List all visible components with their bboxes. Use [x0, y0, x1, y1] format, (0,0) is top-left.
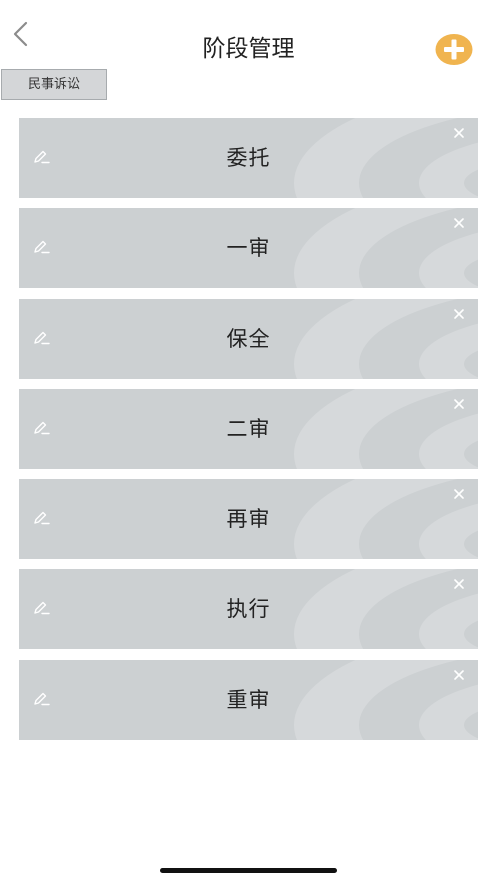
stage-name: 再审 — [226, 507, 271, 532]
navigation-bar: 阶段管理 — [0, 0, 497, 70]
stage-list: 委托 一审 保全 二审 再审 执行 重审 — [19, 118, 478, 750]
close-icon[interactable] — [452, 126, 466, 140]
home-indicator — [160, 868, 337, 873]
case-type-tag[interactable]: 民事诉讼 — [1, 69, 107, 100]
close-icon[interactable] — [452, 216, 466, 230]
stage-name: 一审 — [226, 236, 271, 261]
stage-card[interactable]: 二审 — [19, 388, 478, 469]
stage-name: 执行 — [226, 597, 271, 622]
stage-name: 二审 — [226, 416, 271, 441]
plus-circle-icon — [435, 34, 473, 65]
stage-card[interactable]: 重审 — [19, 659, 478, 740]
stage-card[interactable]: 执行 — [19, 569, 478, 650]
add-stage-button[interactable] — [435, 33, 473, 66]
close-icon[interactable] — [452, 577, 466, 591]
stage-card[interactable]: 一审 — [19, 208, 478, 289]
stage-name: 委托 — [226, 146, 271, 170]
stage-card[interactable]: 再审 — [19, 479, 478, 560]
stage-card[interactable]: 委托 — [19, 118, 478, 198]
page-title: 阶段管理 — [202, 36, 295, 62]
close-icon[interactable] — [452, 307, 466, 321]
stage-name: 保全 — [226, 326, 271, 351]
close-icon[interactable] — [452, 397, 466, 411]
stage-card[interactable]: 保全 — [19, 298, 478, 379]
stage-name: 重审 — [226, 687, 271, 712]
close-icon[interactable] — [452, 668, 466, 682]
close-icon[interactable] — [452, 487, 466, 501]
